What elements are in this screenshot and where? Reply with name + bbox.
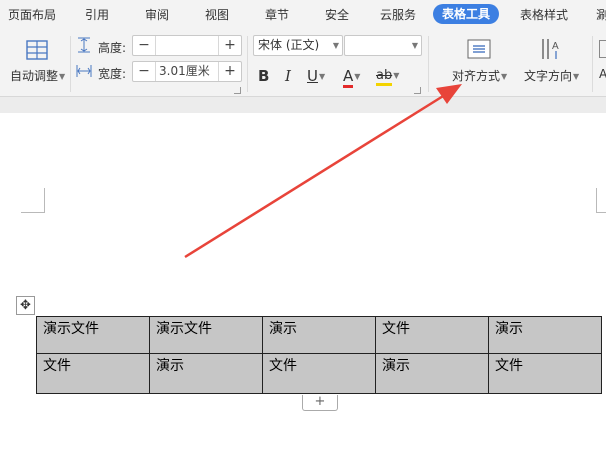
annotation-arrow [184, 84, 462, 259]
annotation-arrow-head [436, 84, 462, 104]
annotation-arrow-line [184, 91, 449, 259]
